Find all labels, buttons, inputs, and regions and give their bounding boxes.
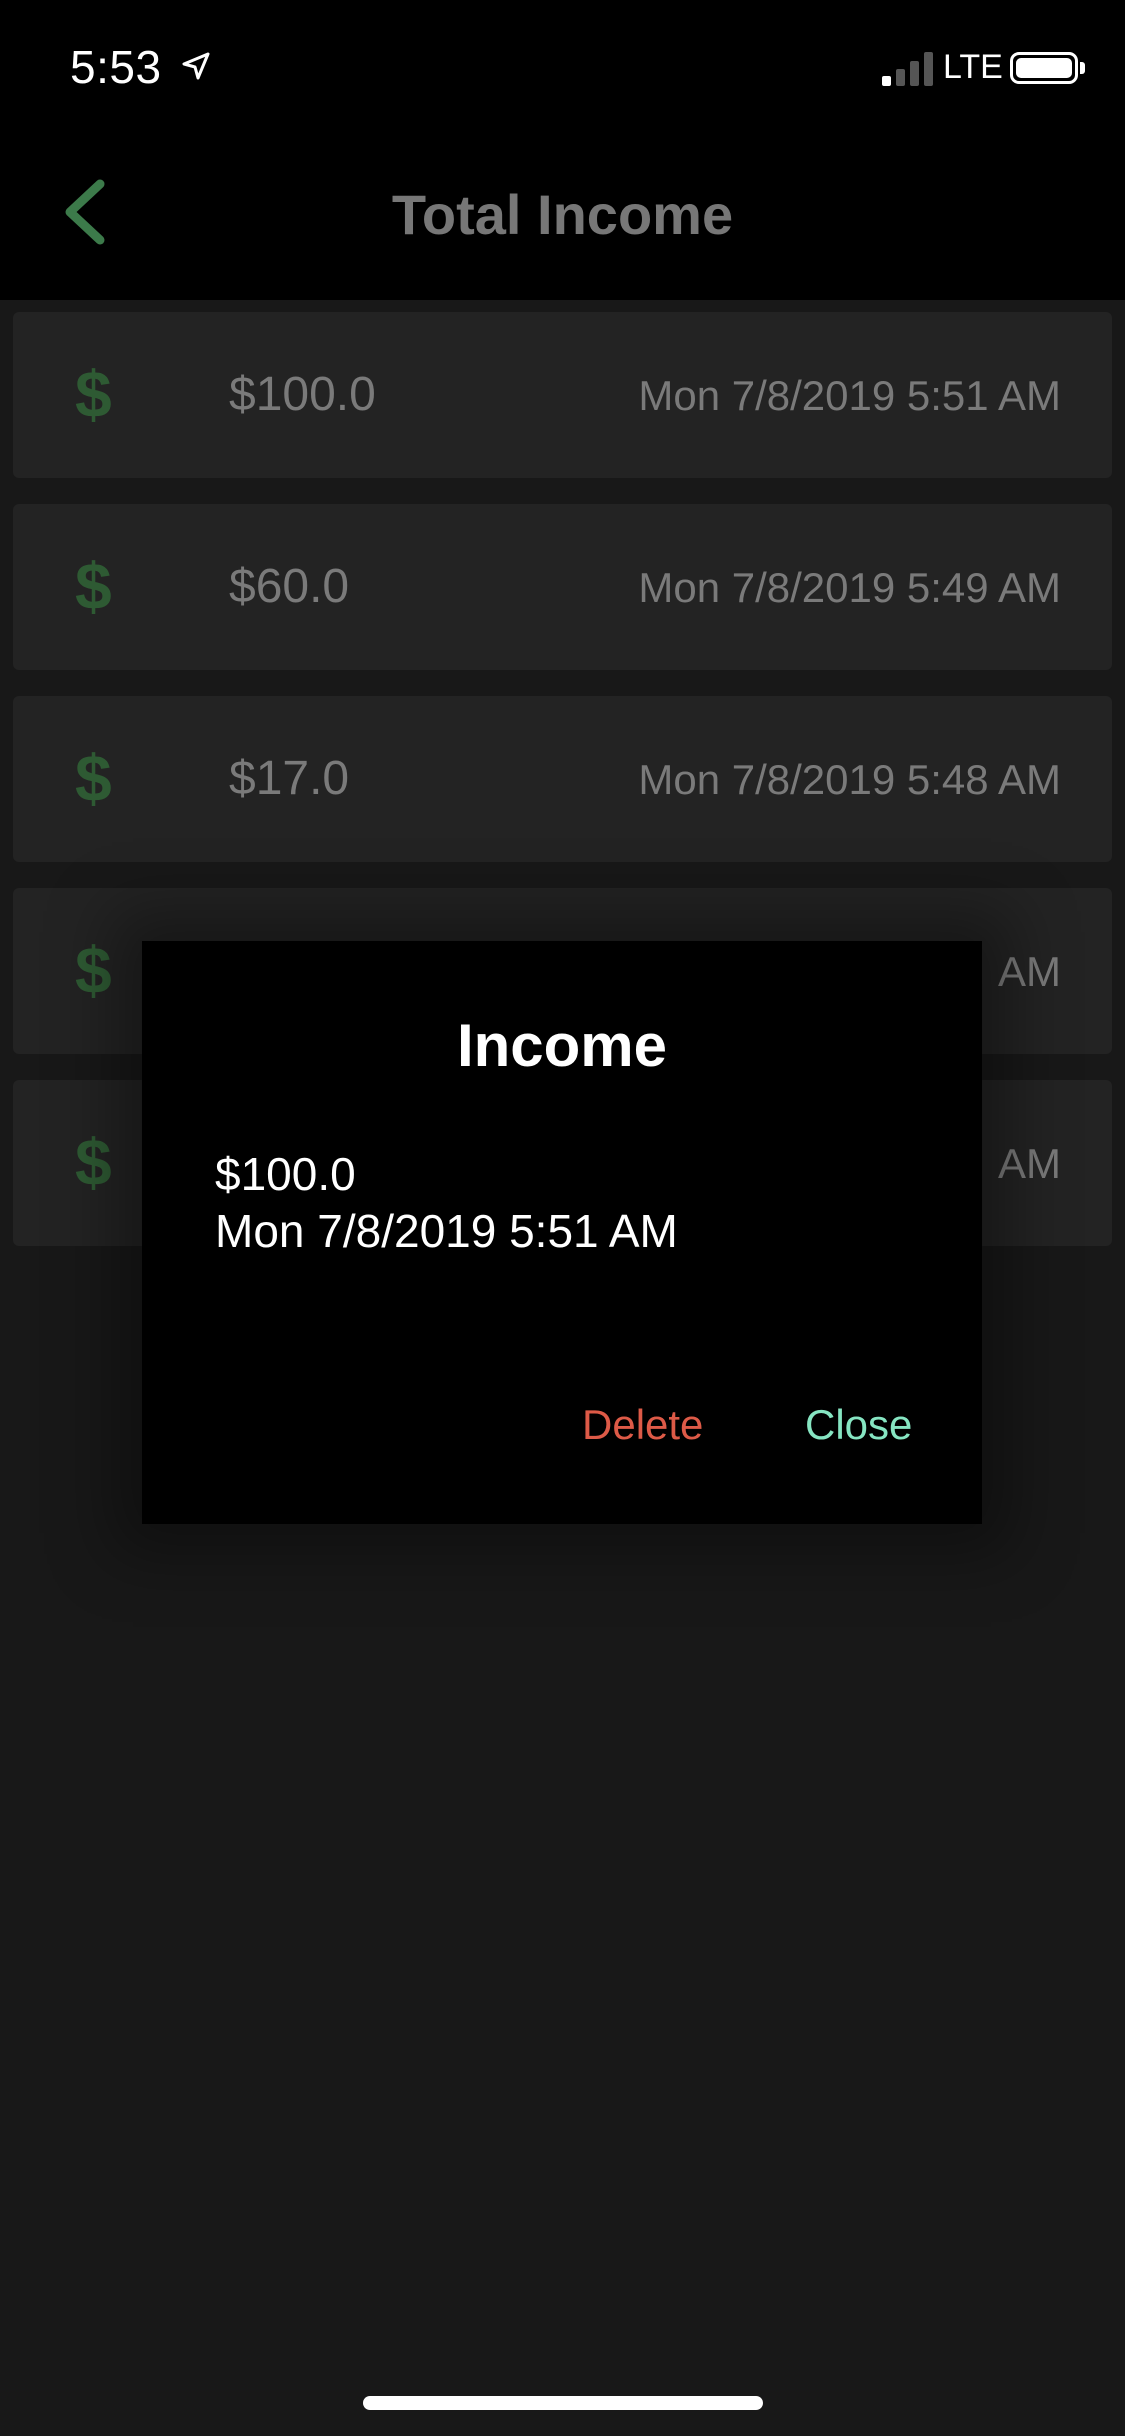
dialog-title: Income bbox=[456, 1012, 668, 1079]
cellular-signal-icon bbox=[882, 52, 933, 86]
battery-cap bbox=[1080, 62, 1085, 74]
income-amount: $17.0 bbox=[229, 752, 350, 805]
battery-fill bbox=[1016, 58, 1072, 78]
delete-button[interactable]: Delete bbox=[582, 1401, 703, 1449]
dialog-date: Mon 7/8/2019 5:51 AM bbox=[215, 1205, 678, 1257]
list-item[interactable]: $ $100.0 Mon 7/8/2019 5:51 AM bbox=[13, 312, 1112, 478]
dollar-icon: $ bbox=[75, 1125, 112, 1199]
location-arrow-icon bbox=[182, 52, 210, 80]
income-date: AM bbox=[998, 948, 1061, 995]
nav-header: Total Income bbox=[0, 132, 1125, 300]
income-date: Mon 7/8/2019 5:49 AM bbox=[638, 564, 1061, 611]
income-date: AM bbox=[998, 1140, 1061, 1187]
income-date: Mon 7/8/2019 5:48 AM bbox=[638, 756, 1061, 803]
status-time: 5:53 bbox=[70, 41, 162, 93]
dollar-icon: $ bbox=[75, 357, 112, 431]
dollar-icon: $ bbox=[75, 549, 112, 623]
income-amount: $100.0 bbox=[229, 368, 376, 421]
home-indicator[interactable] bbox=[363, 2396, 763, 2410]
status-bar: 5:53 LTE bbox=[0, 0, 1125, 132]
list-item[interactable]: $ $17.0 Mon 7/8/2019 5:48 AM bbox=[13, 696, 1112, 862]
income-date: Mon 7/8/2019 5:51 AM bbox=[638, 372, 1061, 419]
battery-icon bbox=[1010, 52, 1078, 84]
income-amount: $60.0 bbox=[229, 560, 350, 613]
income-dialog: Income $100.0 Mon 7/8/2019 5:51 AM Delet… bbox=[142, 941, 982, 1524]
page-title: Total Income bbox=[391, 183, 734, 246]
dollar-icon: $ bbox=[75, 933, 112, 1007]
network-type: LTE bbox=[943, 48, 1003, 86]
close-button[interactable]: Close bbox=[805, 1401, 912, 1449]
dialog-amount: $100.0 bbox=[215, 1148, 356, 1200]
dialog-body: $100.0 Mon 7/8/2019 5:51 AM bbox=[215, 1146, 678, 1260]
dollar-icon: $ bbox=[75, 741, 112, 815]
list-item[interactable]: $ $60.0 Mon 7/8/2019 5:49 AM bbox=[13, 504, 1112, 670]
